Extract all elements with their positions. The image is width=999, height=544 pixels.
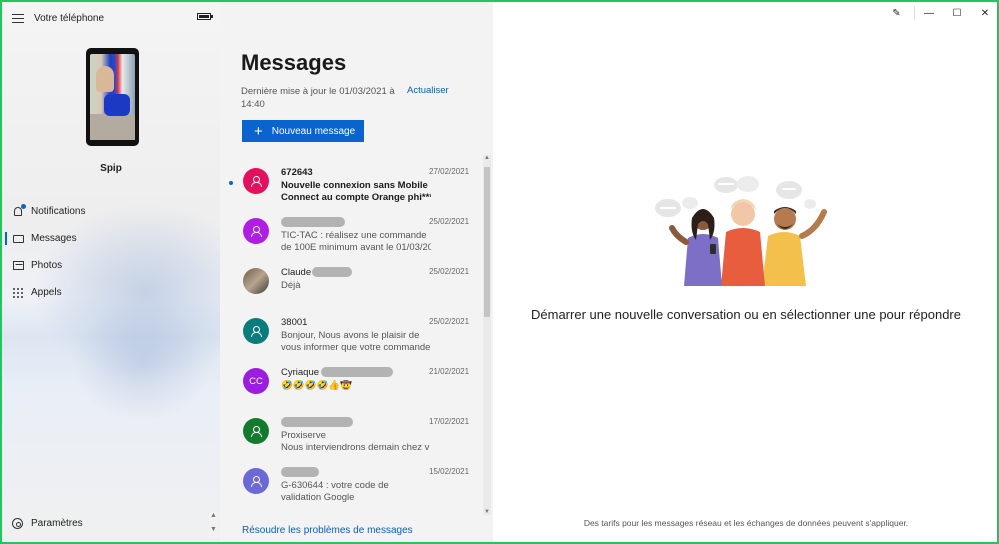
window-controls: ✎ — ☐ ✕: [879, 2, 997, 24]
sidebar-item-label: Photos: [31, 260, 63, 271]
conversation-date: 27/02/2021: [429, 167, 470, 176]
conversation-item[interactable]: 38001 25/02/2021 Bonjour, Nous avons le …: [220, 310, 482, 360]
avatar: [243, 168, 269, 194]
conversation-name: 672643: [281, 167, 313, 178]
app-window: Votre téléphone Spip Notifications Messa…: [0, 0, 999, 544]
conversation-preview: Bonjour, Nous avons le plaisir de vous i…: [281, 330, 431, 353]
conversation-preview: TIC-TAC : réalisez une commande de 100E …: [281, 230, 431, 253]
conversation-date: 25/02/2021: [429, 217, 470, 226]
avatar: [243, 468, 269, 494]
carrier-fees-note: Des tarifs pour les messages réseau et l…: [583, 518, 909, 528]
plus-icon: +: [254, 122, 263, 140]
minimize-icon[interactable]: —: [915, 2, 943, 24]
scroll-up-icon[interactable]: ▲: [209, 512, 218, 524]
conversation-preview: Proxiserve Nous interviendrons demain ch…: [281, 430, 430, 453]
app-title-bar: Votre téléphone: [12, 11, 212, 25]
people-chatting-illustration: [655, 176, 827, 286]
device-name: Spip: [100, 163, 122, 174]
avatar: [243, 318, 269, 344]
pin-icon[interactable]: ✎: [879, 6, 915, 20]
bell-icon: [12, 203, 26, 218]
sidebar-item-messages[interactable]: Messages: [2, 225, 220, 252]
sidebar: Votre téléphone Spip Notifications Messa…: [2, 2, 222, 542]
new-message-button[interactable]: + Nouveau message: [242, 120, 364, 142]
avatar: [243, 268, 269, 294]
conversation-name: Cyriaque: [281, 367, 394, 378]
conversation-name: [281, 467, 319, 478]
app-title: Votre téléphone: [34, 12, 105, 24]
troubleshoot-link[interactable]: Résoudre les problèmes de messages: [242, 525, 413, 536]
avatar: CC: [243, 368, 269, 394]
conversation-name: 38001: [281, 317, 308, 328]
conversation-date: 25/02/2021: [429, 267, 470, 276]
sidebar-item-calls[interactable]: Appels: [2, 279, 220, 306]
conversation-name: [281, 217, 345, 228]
conversation-name: [281, 417, 353, 428]
refresh-link[interactable]: Actualiser: [407, 85, 449, 96]
person-icon: [251, 426, 262, 437]
redacted-name: [281, 467, 319, 478]
sidebar-item-label: Notifications: [31, 206, 86, 217]
gear-icon: [12, 518, 23, 529]
redacted-name: [281, 417, 353, 428]
person-icon: [251, 176, 262, 187]
conversation-item[interactable]: Claude 25/02/2021 Déjà: [220, 260, 482, 310]
scroll-up-icon[interactable]: ▲: [483, 155, 491, 161]
conversation-item[interactable]: 672643 27/02/2021 Nouvelle connexion san…: [220, 160, 482, 210]
redacted-name: [281, 217, 345, 228]
close-icon[interactable]: ✕: [971, 2, 997, 24]
battery-icon: [197, 13, 213, 20]
message-icon: [12, 233, 24, 245]
avatar: [243, 218, 269, 244]
unread-indicator: [229, 181, 233, 185]
redacted-name: [312, 267, 353, 278]
conversation-list: 672643 27/02/2021 Nouvelle connexion san…: [220, 160, 482, 512]
conversation-date: 21/02/2021: [429, 367, 470, 376]
settings-label: Paramètres: [31, 518, 83, 529]
conversation-item[interactable]: 15/02/2021 G-630644 : votre code de vali…: [220, 460, 482, 510]
scroll-down-icon[interactable]: ▼: [209, 526, 218, 538]
dialpad-icon: [12, 287, 24, 299]
conversation-date: 15/02/2021: [429, 467, 470, 476]
avatar-initials: CC: [249, 375, 263, 387]
redacted-name: [321, 367, 394, 378]
settings-button[interactable]: Paramètres: [12, 518, 83, 529]
scroll-down-icon[interactable]: ▼: [483, 509, 491, 515]
conversation-date: 25/02/2021: [429, 317, 470, 326]
hamburger-menu-icon[interactable]: [12, 13, 24, 23]
conversation-date: 17/02/2021: [429, 417, 470, 426]
sidebar-item-photos[interactable]: Photos: [2, 252, 220, 279]
messages-panel: Messages Dernière mise à jour le 01/03/2…: [220, 2, 493, 542]
last-updated-text: Dernière mise à jour le 01/03/2021 à 14:…: [241, 86, 395, 110]
person-icon: [251, 226, 262, 237]
sidebar-item-notifications[interactable]: Notifications: [2, 198, 220, 225]
sidebar-item-label: Appels: [31, 287, 62, 298]
photo-icon: [12, 260, 24, 272]
person-icon: [251, 476, 262, 487]
conversation-item[interactable]: 25/02/2021 TIC-TAC : réalisez une comman…: [220, 210, 482, 260]
avatar: [243, 418, 269, 444]
conversation-preview: Nouvelle connexion sans Mobile Connect a…: [281, 180, 431, 203]
person-icon: [251, 326, 262, 337]
page-title: Messages: [241, 50, 347, 75]
conversation-item[interactable]: CC Cyriaque 21/02/2021 🤣🤣🤣🤣👍🤠: [220, 360, 482, 410]
new-message-label: Nouveau message: [271, 125, 356, 137]
empty-state-text: Démarrer une nouvelle conversation ou en…: [531, 307, 961, 322]
sidebar-scrollbar[interactable]: ▲ ▼: [209, 512, 218, 540]
conversation-item[interactable]: 17/02/2021 Proxiserve Nous interviendron…: [220, 410, 482, 460]
conversation-preview: Déjà: [281, 280, 301, 291]
sidebar-nav: Notifications Messages Photos Appels: [2, 198, 220, 306]
conversation-preview: G-630644 : votre code de validation Goog…: [281, 480, 389, 503]
conversation-pane: ✎ — ☐ ✕ Démarrer une nouvelle conversati…: [493, 2, 997, 542]
sidebar-item-label: Messages: [31, 233, 77, 244]
maximize-icon[interactable]: ☐: [943, 2, 971, 24]
phone-wallpaper-preview[interactable]: [86, 48, 139, 146]
wallpaper-decoration-2: [72, 302, 212, 422]
scrollbar-thumb[interactable]: [484, 167, 490, 317]
conversation-scrollbar[interactable]: ▲ ▼: [483, 155, 491, 515]
conversation-name: Claude: [281, 267, 353, 278]
conversation-preview: 🤣🤣🤣🤣👍🤠: [281, 380, 352, 391]
